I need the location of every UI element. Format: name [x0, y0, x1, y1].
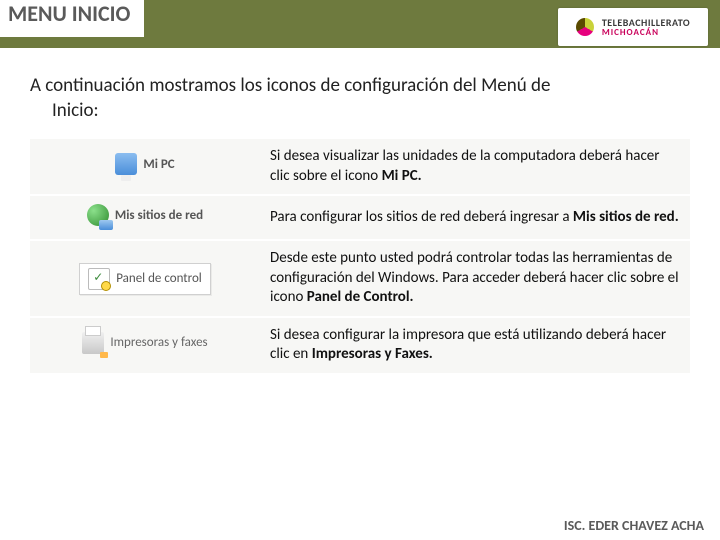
desc-text: Para configurar los sitios de red deberá…	[270, 208, 573, 226]
brand-swoosh-icon	[576, 16, 598, 38]
footer-author: ISC. EDER CHAVEZ ACHA	[564, 517, 704, 534]
intro-line1: A continuación mostramos los iconos de c…	[30, 74, 550, 97]
content-area: A continuación mostramos los iconos de c…	[0, 48, 720, 373]
brand-logo: TELEBACHILLERATO MICHOACÁN	[558, 8, 708, 46]
settings-icon	[88, 268, 110, 290]
brand-bottom-text: MICHOACÁN	[602, 28, 690, 37]
icon-label: Mi PC	[143, 157, 174, 172]
icon-cell-mi-pc: Mi PC	[30, 138, 260, 195]
header-bar: MENU INICIO TELEBACHILLERATO MICHOACÁN	[0, 0, 720, 48]
mi-pc-icon: Mi PC	[115, 153, 174, 175]
printer-icon	[82, 332, 104, 354]
desc-bold: Panel de Control.	[307, 288, 414, 306]
printers-faxes-icon: Impresoras y faxes	[82, 332, 207, 354]
table-row: Panel de control Desde este punto usted …	[30, 240, 690, 317]
desc-cell: Para configurar los sitios de red deberá…	[260, 195, 690, 240]
network-places-icon: Mis sitios de red	[87, 204, 203, 226]
table-row: Impresoras y faxes Si desea configurar l…	[30, 317, 690, 373]
monitor-icon	[115, 153, 137, 175]
table-row: Mis sitios de red Para configurar los si…	[30, 195, 690, 240]
control-panel-icon: Panel de control	[79, 263, 211, 295]
icon-cell-sitios-red: Mis sitios de red	[30, 195, 260, 240]
table-row: Mi PC Si desea visualizar las unidades d…	[30, 138, 690, 195]
desc-bold: Mis sitios de red.	[573, 208, 679, 226]
desc-text: Si desea visualizar las unidades de la c…	[270, 147, 659, 185]
page-title: MENU INICIO	[0, 0, 144, 40]
icon-description-table: Mi PC Si desea visualizar las unidades d…	[30, 137, 690, 373]
icon-label: Impresoras y faxes	[110, 335, 207, 350]
desc-bold: Impresoras y Faxes.	[312, 345, 433, 363]
intro-text: A continuación mostramos los iconos de c…	[30, 74, 690, 123]
icon-label: Panel de control	[116, 271, 202, 286]
desc-bold: Mi PC.	[382, 167, 422, 185]
intro-line2: Inicio:	[30, 99, 99, 122]
icon-cell-impresoras: Impresoras y faxes	[30, 317, 260, 373]
globe-icon	[87, 204, 109, 226]
icon-cell-panel-control: Panel de control	[30, 240, 260, 317]
desc-cell: Si desea visualizar las unidades de la c…	[260, 138, 690, 195]
desc-cell: Si desea configurar la impresora que est…	[260, 317, 690, 373]
desc-cell: Desde este punto usted podrá controlar t…	[260, 240, 690, 317]
brand-top-text: TELEBACHILLERATO	[602, 18, 690, 28]
icon-label: Mis sitios de red	[115, 208, 203, 223]
